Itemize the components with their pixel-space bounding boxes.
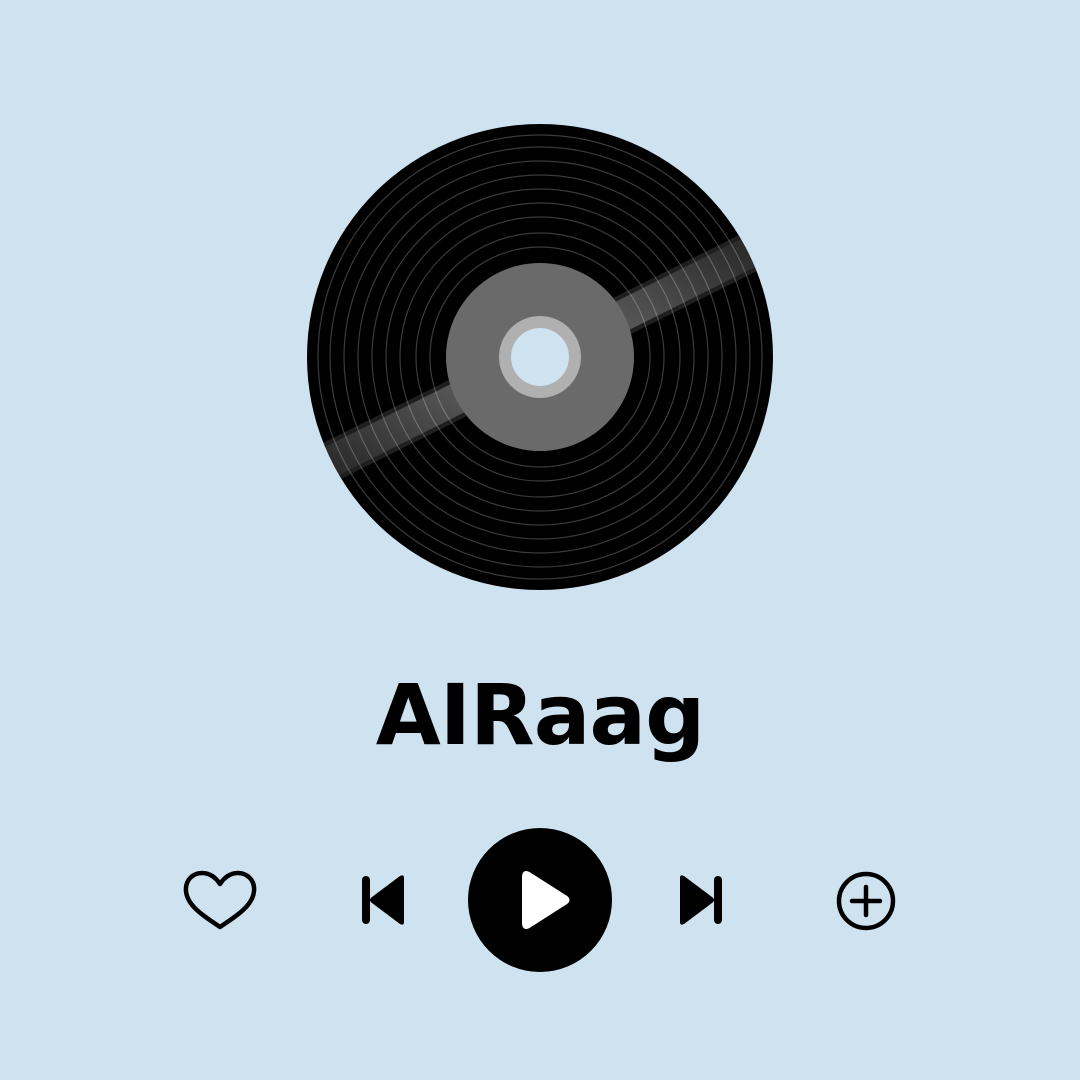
previous-button[interactable] [358,874,410,926]
add-button[interactable] [834,869,898,933]
vinyl-record-icon [307,124,773,590]
skip-previous-icon [362,875,404,925]
play-icon [468,828,612,972]
heart-outline-icon [183,870,257,930]
playback-controls [0,826,1080,974]
album-art [305,122,775,592]
next-button[interactable] [674,874,726,926]
skip-next-icon [680,875,722,925]
track-title: AIRaag [375,666,705,764]
play-button[interactable] [467,827,613,973]
player-screen: AIRaag [0,0,1080,1080]
plus-circle-icon [836,871,896,931]
like-button[interactable] [182,870,258,932]
